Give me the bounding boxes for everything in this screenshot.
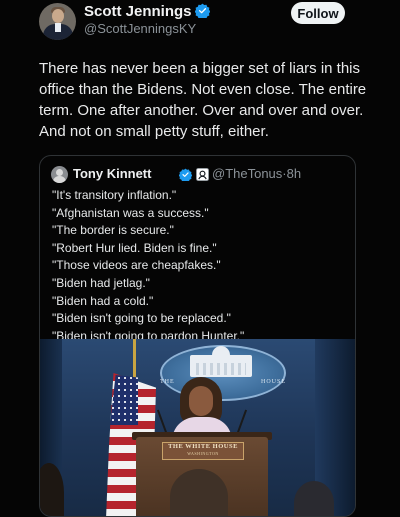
verified-badge-icon [178,166,193,183]
quoted-author-meta[interactable]: @TheTonus·8h [212,166,301,181]
speaker-face [189,386,213,416]
quoted-author-handle[interactable]: @TheTonus [212,166,282,181]
verified-badge-icon [194,3,210,22]
quoted-text-line: "Afghanistan was a success." [52,205,209,220]
follow-button[interactable]: Follow [291,2,345,24]
seal-text-left: THE [160,379,175,385]
seal-text: THE HOUSE [160,379,286,385]
author-avatar[interactable] [39,3,76,40]
quoted-text-line: "The border is secure." [52,223,174,238]
post-text-line: term. One after another. Over and over a… [39,102,364,119]
author-name[interactable]: Scott Jennings [84,3,210,22]
quoted-text-line: "Robert Hur lied. Biden is fine." [52,240,217,255]
avatar-face [52,9,64,23]
post-text-line: office than the Bidens. Not even close. … [39,81,367,98]
seal-text-right: HOUSE [260,379,286,385]
quoted-author-badges [178,166,210,184]
quoted-media-image[interactable]: THE HOUSE THE WHITE HOUSE WASHINGTON [40,339,355,516]
quoted-avatar-body [53,176,66,183]
post-text-line: And not on small petty stuff, either. [39,123,269,140]
author-name-text[interactable]: Scott Jennings [84,3,192,20]
podium-plaque-subtitle: WASHINGTON [187,451,219,456]
quoted-author-avatar[interactable] [51,166,68,183]
avatar-shirt [55,23,61,32]
quoted-author-name[interactable]: Tony Kinnett [73,166,151,181]
tweet: Scott Jennings @ScottJenningsKY Follow T… [0,0,400,517]
podium-plaque-title: THE WHITE HOUSE [168,443,238,450]
quoted-text-line: "It's transitory inflation." [52,188,177,202]
flagpole [133,339,136,379]
post-text-line: There has never been a bigger set of lia… [39,60,361,77]
quoted-text-line: "Biden isn't going to be replaced." [52,311,231,326]
quoted-avatar-head [56,169,63,176]
post-text: There has never been a bigger set of lia… [39,58,389,142]
audience-head [294,481,334,516]
quoted-tweet-card[interactable]: Tony Kinnett @TheTonus·8h "It's transito… [39,155,356,517]
quoted-text-line: "Those videos are cheapfakes." [52,258,221,273]
seal-columns [196,363,246,375]
affiliate-badge-icon [196,166,210,183]
quoted-timestamp[interactable]: 8h [287,166,301,181]
audience-head [170,469,228,516]
quoted-text-line: "Biden had jetlag." [52,275,150,290]
author-handle[interactable]: @ScottJenningsKY [84,21,196,36]
quoted-text-line: "Biden had a cold." [52,293,154,308]
quoted-tweet-text: "It's transitory inflation." "Afghanista… [52,187,352,345]
